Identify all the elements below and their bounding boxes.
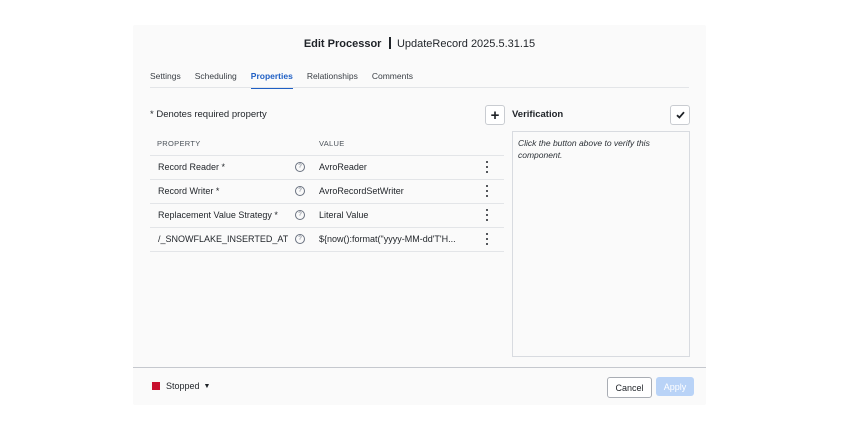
column-header-property: PROPERTY xyxy=(157,139,201,148)
help-icon[interactable]: ? xyxy=(295,234,305,244)
dialog-title-text: Edit Processor xyxy=(303,38,382,50)
dialog-subtitle: UpdateRecord 2025.5.31.15 xyxy=(396,38,536,50)
verification-label: Verification xyxy=(512,109,564,120)
stopped-icon xyxy=(152,382,160,390)
tab-comments[interactable]: Comments xyxy=(372,69,413,89)
required-note: * Denotes required property xyxy=(150,109,267,120)
tab-scheduling[interactable]: Scheduling xyxy=(195,69,237,89)
cancel-button[interactable]: Cancel xyxy=(607,377,652,398)
more-options-icon[interactable] xyxy=(484,161,490,173)
tab-relationships[interactable]: Relationships xyxy=(307,69,358,89)
more-options-icon[interactable] xyxy=(484,233,490,245)
table-row[interactable]: /_SNOWFLAKE_INSERTED_AT ? ${now():format… xyxy=(150,227,504,252)
verification-panel: Click the button above to verify this co… xyxy=(512,131,690,357)
tabs-divider xyxy=(150,87,689,88)
help-icon[interactable]: ? xyxy=(295,162,305,172)
run-status-dropdown[interactable]: Stopped ▼ xyxy=(152,381,210,391)
property-name: Replacement Value Strategy * xyxy=(158,210,278,220)
property-name: Record Reader * xyxy=(158,162,226,172)
dialog-title: Edit Processor UpdateRecord 2025.5.31.15 xyxy=(133,37,706,50)
property-value[interactable]: AvroRecordSetWriter xyxy=(319,186,469,196)
help-icon[interactable]: ? xyxy=(295,210,305,220)
properties-table-header: PROPERTY VALUE xyxy=(150,131,504,156)
table-row[interactable]: Replacement Value Strategy * ? Literal V… xyxy=(150,203,504,228)
property-value[interactable]: ${now():format("yyyy-MM-dd'T'H... xyxy=(319,234,469,244)
help-icon[interactable]: ? xyxy=(295,186,305,196)
column-header-value: VALUE xyxy=(319,139,345,148)
checkmark-icon xyxy=(675,111,685,119)
caret-down-icon: ▼ xyxy=(203,382,211,390)
property-name: /_SNOWFLAKE_INSERTED_AT xyxy=(158,234,289,244)
verification-message: Click the button above to verify this co… xyxy=(518,138,650,160)
footer-divider xyxy=(133,367,706,368)
table-row[interactable]: Record Reader * ? AvroReader xyxy=(150,155,504,180)
status-label: Stopped xyxy=(166,381,200,391)
verify-button[interactable] xyxy=(670,105,690,125)
property-value[interactable]: AvroReader xyxy=(319,162,469,172)
edit-processor-dialog: Edit Processor UpdateRecord 2025.5.31.15 … xyxy=(133,25,706,405)
apply-button[interactable]: Apply xyxy=(656,377,694,396)
tab-settings[interactable]: Settings xyxy=(150,69,181,89)
property-name: Record Writer * xyxy=(158,186,220,196)
more-options-icon[interactable] xyxy=(484,209,490,221)
tab-properties[interactable]: Properties xyxy=(250,69,293,89)
table-row[interactable]: Record Writer * ? AvroRecordSetWriter xyxy=(150,179,504,204)
property-value[interactable]: Literal Value xyxy=(319,210,469,220)
plus-icon: + xyxy=(490,106,500,124)
add-property-button[interactable]: + xyxy=(485,105,505,125)
title-separator xyxy=(389,37,391,49)
more-options-icon[interactable] xyxy=(484,185,490,197)
tab-bar: Settings Scheduling Properties Relations… xyxy=(150,69,427,89)
